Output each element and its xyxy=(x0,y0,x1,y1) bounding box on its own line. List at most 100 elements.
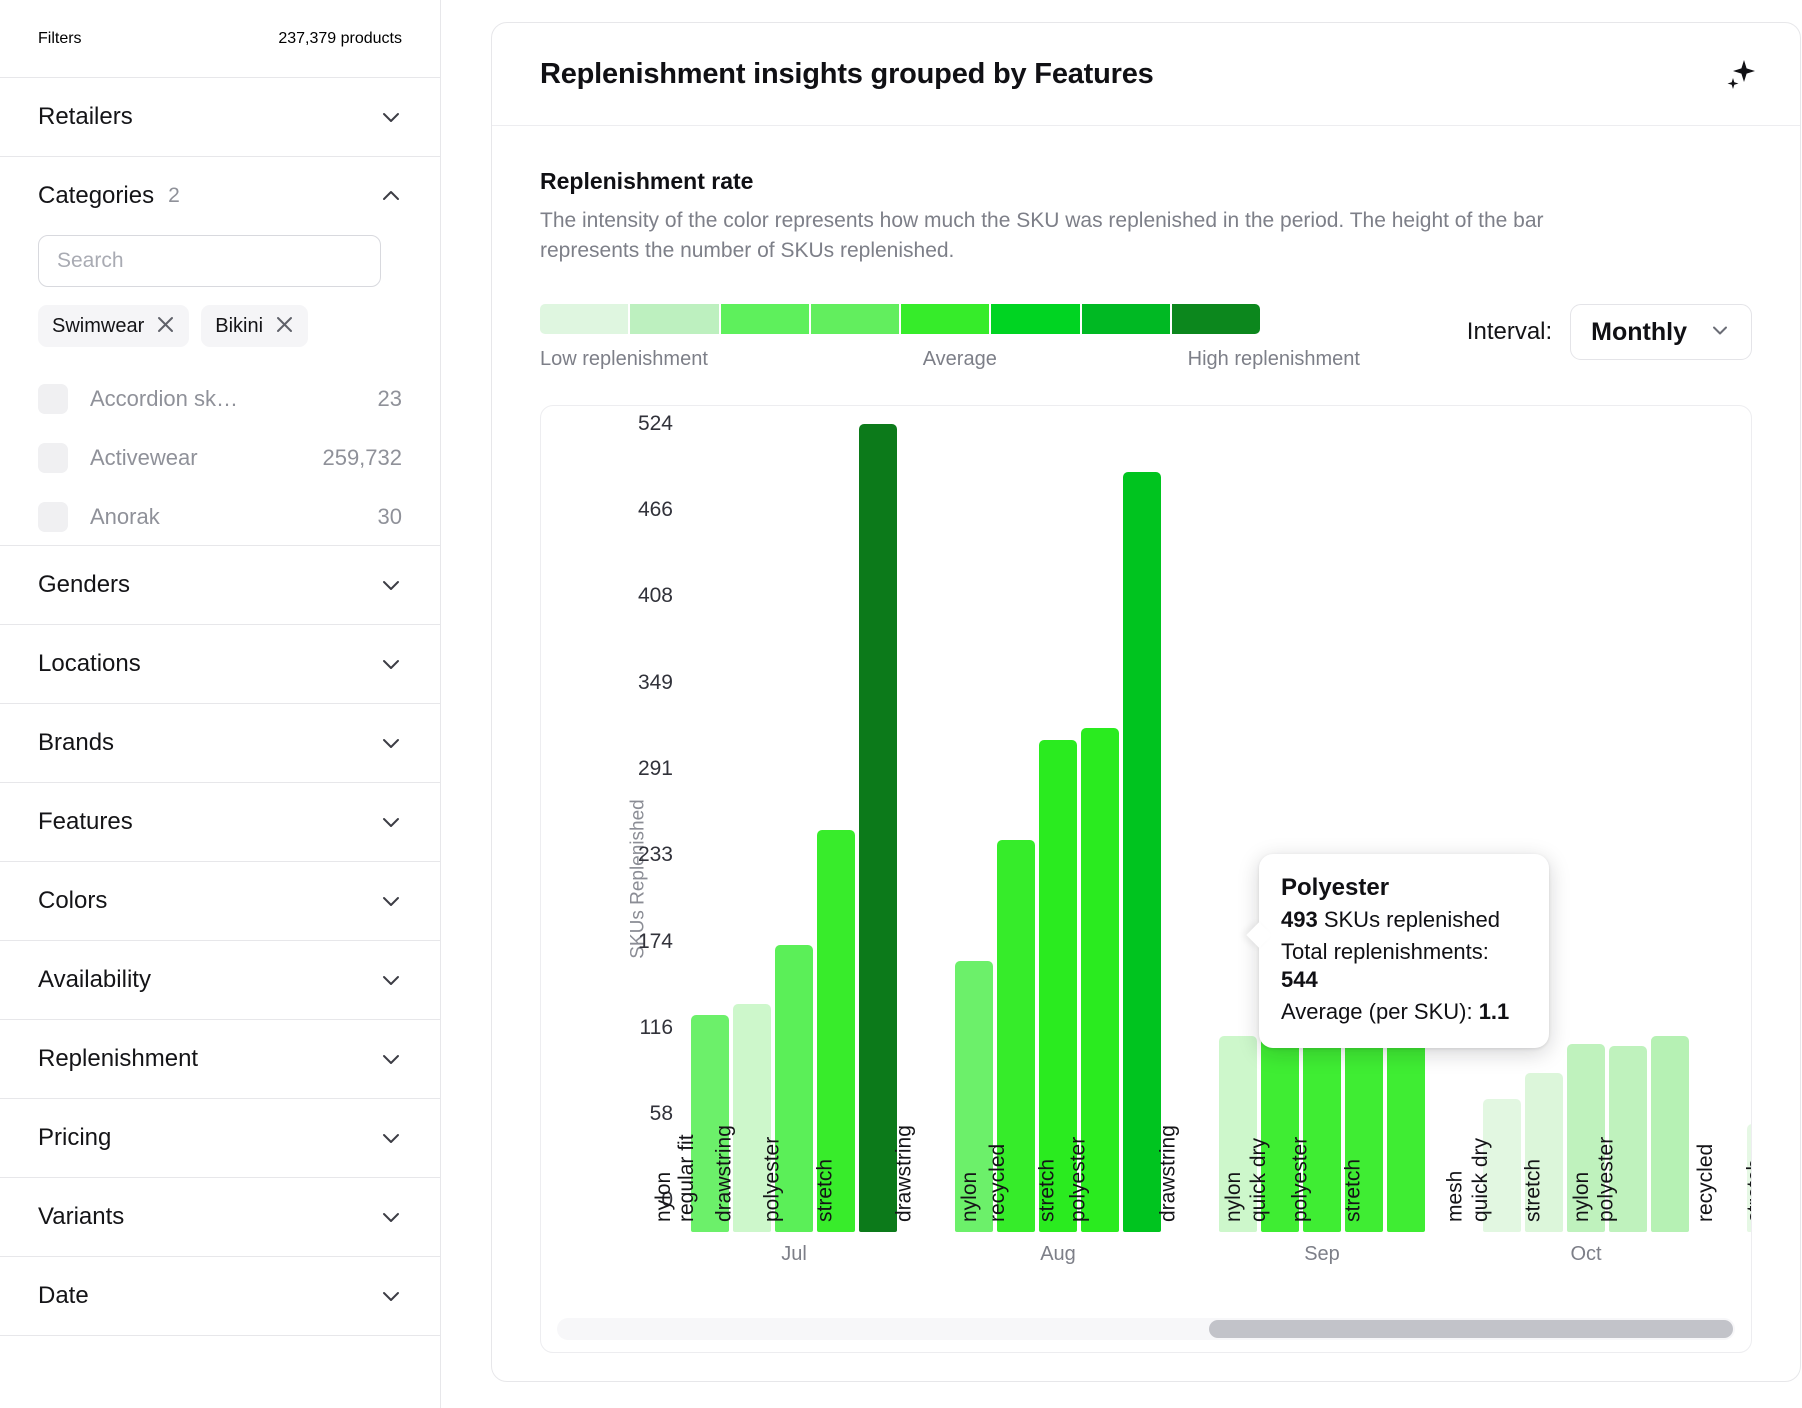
sidebar-section-genders-header[interactable]: Genders xyxy=(38,546,402,624)
bar-label: polyester xyxy=(1594,1136,1618,1223)
sidebar-section-categories[interactable]: Categories 2 Swimwear Bikini xyxy=(0,157,440,546)
interval-select[interactable]: Monthly xyxy=(1570,304,1752,360)
chart-horizontal-scrollbar[interactable] xyxy=(557,1318,1735,1340)
legend-swatch-4 xyxy=(901,304,992,334)
sidebar-section-colors[interactable]: Colors xyxy=(0,862,440,941)
list-item[interactable]: Anorak 30 xyxy=(38,487,402,537)
section-title: Replenishment rate xyxy=(540,168,754,194)
chevron-down-icon[interactable] xyxy=(380,574,402,596)
legend-swatch-3 xyxy=(810,304,901,334)
chevron-down-icon[interactable] xyxy=(380,969,402,991)
main-content: Replenishment insights grouped by Featur… xyxy=(441,0,1802,1408)
sidebar-section-replenishment[interactable]: Replenishment xyxy=(0,1020,440,1099)
chevron-down-icon[interactable] xyxy=(380,1127,402,1149)
bar-label: stretch xyxy=(1035,1159,1059,1223)
sidebar-section-replenishment-header[interactable]: Replenishment xyxy=(38,1020,402,1098)
sidebar-section-pricing-header[interactable]: Pricing xyxy=(38,1099,402,1177)
sidebar-section-availability-header[interactable]: Availability xyxy=(38,941,402,1019)
list-item[interactable]: Activewear 259,732 xyxy=(38,428,402,487)
chevron-down-icon[interactable] xyxy=(380,1285,402,1307)
interval-label: Interval: xyxy=(1466,318,1553,345)
chart-tooltip: Polyester 493 SKUs replenished Total rep… xyxy=(1259,854,1549,1048)
y-axis-tick: 524 xyxy=(637,412,673,435)
tooltip-average-line: Average (per SKU): 1.1 xyxy=(1281,998,1527,1026)
sidebar-section-availability[interactable]: Availability xyxy=(0,941,440,1020)
legend-labels: Low replenishment Average High replenish… xyxy=(540,348,1360,371)
legend-low-label: Low replenishment xyxy=(540,348,708,370)
sidebar-section-label: Colors xyxy=(38,887,108,914)
sidebar-section-locations[interactable]: Locations xyxy=(0,625,440,704)
sidebar-section-features[interactable]: Features xyxy=(0,783,440,862)
y-axis-tick: 116 xyxy=(639,1016,673,1040)
chevron-down-icon[interactable] xyxy=(380,732,402,754)
bar-label: stretch xyxy=(1341,1159,1365,1223)
scrollbar-thumb[interactable] xyxy=(1209,1320,1733,1338)
bar-label: nylon xyxy=(1221,1171,1245,1223)
y-axis-tick: 233 xyxy=(637,842,673,866)
checkbox[interactable] xyxy=(38,442,68,473)
category-list[interactable]: Accordion sk… 23 Activewear 259,732 Anor… xyxy=(38,369,402,537)
checkbox[interactable] xyxy=(38,501,68,532)
sidebar-section-genders[interactable]: Genders xyxy=(0,546,440,625)
sparkle-icon[interactable] xyxy=(1722,55,1760,93)
chevron-up-icon[interactable] xyxy=(380,185,402,207)
selected-category-chips: Swimwear Bikini xyxy=(38,305,402,347)
bar[interactable]: polyester xyxy=(1066,471,1161,1233)
x-axis-group-label: Oct xyxy=(1570,1243,1602,1266)
list-item[interactable]: Accordion sk… 23 xyxy=(38,369,402,428)
category-count: 23 xyxy=(377,385,402,411)
bar[interactable]: polyester xyxy=(1594,1036,1689,1233)
sidebar-section-features-header[interactable]: Features xyxy=(38,783,402,861)
plot-area: nylon regular fit drawstring polyester stret… xyxy=(652,424,1751,1268)
sidebar-section-retailers[interactable]: Retailers xyxy=(0,78,440,157)
interval-value: Monthly xyxy=(1591,317,1687,346)
sidebar-section-variants-header[interactable]: Variants xyxy=(38,1178,402,1256)
chevron-down-icon[interactable] xyxy=(380,653,402,675)
bars: recycledstretchnylonpolyesterquick dry xyxy=(1694,424,1751,1233)
category-label: Activewear xyxy=(90,444,198,470)
filters-label: Filters xyxy=(38,29,82,47)
card-body: Replenishment rate The intensity of the … xyxy=(492,126,1800,1381)
bars: mesh quick dry stretch nylon polyester xyxy=(1443,424,1689,1233)
bar-label: stretch xyxy=(1743,1159,1752,1223)
sidebar-section-variants[interactable]: Variants xyxy=(0,1178,440,1257)
bar-group-sep: drawstring nylon quick dry polyester stretch… xyxy=(1157,424,1425,1268)
chip-label: Bikini xyxy=(215,314,264,337)
section-description: The intensity of the color represents ho… xyxy=(540,209,1544,262)
chevron-down-icon[interactable] xyxy=(380,811,402,833)
bar-group-oct: mesh quick dry stretch nylon polyester Oct xyxy=(1443,424,1689,1268)
chart-inner: SKUs Replenished 0 58 116 174 233 291 349 408 46… xyxy=(541,406,1751,1352)
sidebar-section-categories-header[interactable]: Categories 2 xyxy=(38,157,402,235)
sidebar-section-colors-header[interactable]: Colors xyxy=(38,862,402,940)
close-icon[interactable] xyxy=(156,315,175,338)
bar[interactable]: stretch xyxy=(813,424,897,1233)
close-icon[interactable] xyxy=(275,315,294,338)
sidebar-section-brands[interactable]: Brands xyxy=(0,704,440,783)
bar-label: polyester xyxy=(1066,1136,1090,1223)
chevron-down-icon[interactable] xyxy=(380,890,402,912)
chevron-down-icon[interactable] xyxy=(380,1048,402,1070)
legend-swatch-2 xyxy=(720,304,811,334)
legend-swatch-0 xyxy=(540,304,631,334)
y-axis-tick: 291 xyxy=(637,757,673,781)
sidebar-section-label: Brands xyxy=(38,729,115,756)
category-search-input[interactable] xyxy=(38,235,381,287)
sidebar-section-locations-header[interactable]: Locations xyxy=(38,625,402,703)
sidebar-section-label: Pricing xyxy=(38,1124,112,1151)
sidebar-section-date[interactable]: Date xyxy=(0,1257,440,1336)
sidebar-section-brands-header[interactable]: Brands xyxy=(38,704,402,782)
legend-high-label: High replenishment xyxy=(1187,348,1360,370)
color-legend: Low replenishment Average High replenish… xyxy=(540,304,1360,371)
chip-swimwear[interactable]: Swimwear xyxy=(38,305,190,347)
sidebar-section-retailers-header[interactable]: Retailers xyxy=(38,78,402,156)
chevron-down-icon[interactable] xyxy=(380,106,402,128)
chevron-down-icon[interactable] xyxy=(1709,319,1731,346)
sidebar-section-label: Variants xyxy=(38,1203,125,1230)
checkbox[interactable] xyxy=(38,383,68,414)
categories-selected-count: 2 xyxy=(168,184,180,207)
chip-bikini[interactable]: Bikini xyxy=(201,305,309,347)
sidebar-section-date-header[interactable]: Date xyxy=(38,1257,402,1335)
chevron-down-icon[interactable] xyxy=(380,1206,402,1228)
tooltip-total-label: Total replenishments: xyxy=(1281,939,1489,964)
sidebar-section-pricing[interactable]: Pricing xyxy=(0,1099,440,1178)
